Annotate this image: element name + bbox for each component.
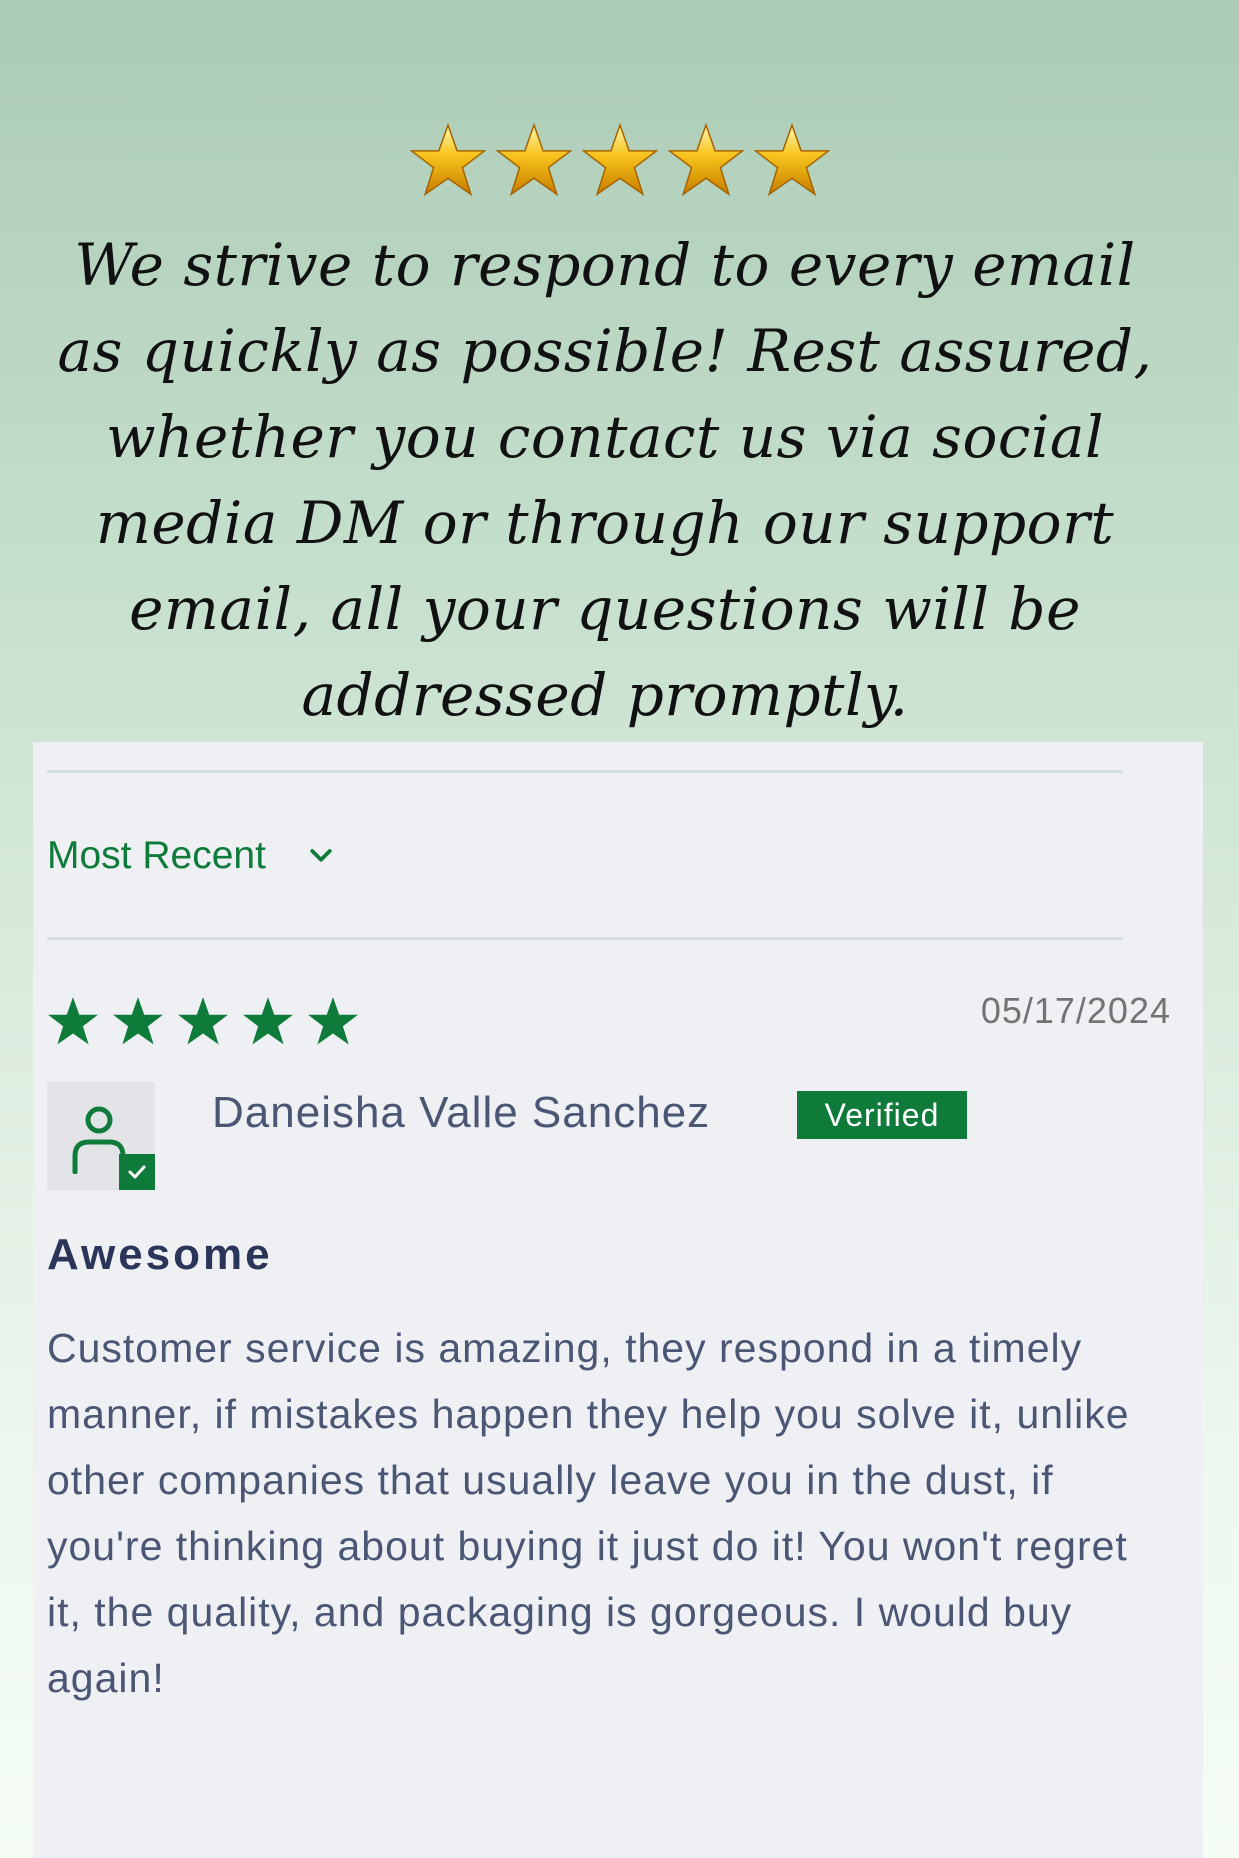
star-icon: [308, 997, 358, 1045]
review-star-rating: [47, 995, 359, 1047]
star-icon: [48, 997, 98, 1045]
gold-star-icon: [495, 122, 572, 197]
gold-star-icon: [667, 122, 744, 197]
hero-star-rating: [0, 122, 1239, 198]
review-title: Awesome: [47, 1230, 273, 1279]
chevron-down-icon: [310, 849, 332, 862]
star-icon: [243, 997, 293, 1045]
review-date: 05/17/2024: [980, 990, 1171, 1031]
star-icon: [113, 997, 163, 1045]
sort-dropdown[interactable]: Most Recent: [47, 826, 336, 886]
sort-divider: [47, 937, 1123, 940]
top-divider: [47, 770, 1123, 773]
reviewer-name: Daneisha Valle Sanchez: [212, 1088, 711, 1137]
verified-badge: Verified: [797, 1091, 967, 1139]
gold-star-icon: [409, 122, 486, 197]
hero-banner: We strive to respond to every email as q…: [0, 0, 1239, 742]
star-icon: [178, 997, 228, 1045]
avatar: [47, 1082, 155, 1190]
review-body: Customer service is amazing, they respon…: [47, 1325, 1130, 1701]
gold-star-icon: [753, 122, 830, 197]
gold-star-icon: [581, 122, 658, 197]
hero-message: We strive to respond to every email as q…: [57, 231, 1153, 729]
sort-selected-label: Most Recent: [47, 834, 266, 877]
verified-check-icon: [119, 1154, 155, 1190]
